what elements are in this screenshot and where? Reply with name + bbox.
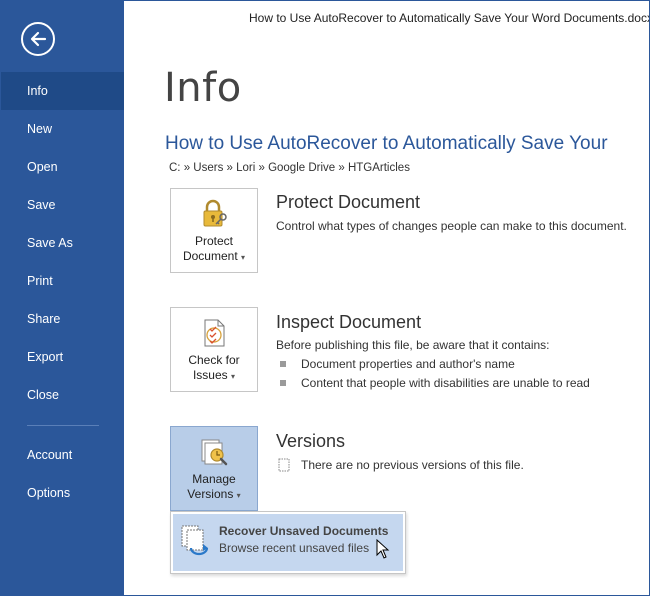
nav-info[interactable]: Info [1, 72, 124, 110]
file-path-breadcrumb[interactable]: C: » Users » Lori » Google Drive » HTGAr… [169, 162, 410, 174]
nav-open[interactable]: Open [1, 148, 124, 186]
nav-account[interactable]: Account [1, 436, 124, 474]
manage-versions-menu: Recover Unsaved Documents Browse recent … [170, 511, 406, 574]
inspect-button-line1: Check for [188, 353, 240, 367]
backstage-sidebar: Info New Open Save Save As Print Share E… [1, 1, 124, 595]
inspect-bullet: Document properties and author's name [280, 357, 515, 371]
protect-document-button[interactable]: Protect Document ▾ [170, 188, 258, 273]
protect-button-line2: Document [182, 249, 238, 263]
document-icon [278, 458, 290, 472]
recover-documents-icon [181, 525, 209, 556]
inspect-button-line2: Issues [192, 368, 228, 382]
nav-options[interactable]: Options [1, 474, 124, 512]
dropdown-caret-icon: ▾ [231, 372, 236, 381]
dropdown-caret-icon: ▾ [236, 491, 241, 500]
backstage-window: Info New Open Save Save As Print Share E… [0, 0, 650, 596]
inspect-document-desc: Before publishing this file, be aware th… [276, 338, 550, 352]
inspect-bullet: Content that people with disabilities ar… [280, 376, 590, 390]
page-title: Info [164, 65, 242, 111]
nav-share[interactable]: Share [1, 300, 124, 338]
protect-document-desc: Control what types of changes people can… [276, 219, 627, 233]
mouse-pointer-icon [376, 539, 390, 559]
checklist-icon [204, 319, 225, 347]
dropdown-caret-icon: ▾ [241, 253, 246, 262]
nav-new[interactable]: New [1, 110, 124, 148]
protect-document-title: Protect Document [276, 192, 421, 212]
versions-desc: There are no previous versions of this f… [301, 458, 524, 472]
back-button[interactable] [21, 22, 55, 56]
versions-status: There are no previous versions of this f… [278, 458, 524, 472]
lock-key-icon [203, 199, 227, 227]
versions-button-line2: Versions [187, 487, 234, 501]
window-title: How to Use AutoRecover to Automatically … [249, 11, 650, 25]
back-arrow-icon [30, 31, 47, 47]
nav-save[interactable]: Save [1, 186, 124, 224]
nav-save-as[interactable]: Save As [1, 224, 124, 262]
nav-close[interactable]: Close [1, 376, 124, 414]
versions-button-line1: Manage [192, 472, 236, 486]
recover-unsaved-documents-item[interactable]: Recover Unsaved Documents Browse recent … [173, 514, 403, 571]
bullet-square-icon [280, 380, 286, 386]
bullet-square-icon [280, 361, 286, 367]
inspect-bullet-text: Content that people with disabilities ar… [301, 376, 590, 390]
manage-versions-icon [201, 439, 228, 466]
nav-divider [27, 425, 99, 426]
nav-export[interactable]: Export [1, 338, 124, 376]
check-for-issues-button[interactable]: Check for Issues ▾ [170, 307, 258, 392]
recover-unsaved-subtitle: Browse recent unsaved files [219, 541, 370, 555]
inspect-bullet-text: Document properties and author's name [301, 357, 515, 371]
nav-print[interactable]: Print [1, 262, 124, 300]
versions-title: Versions [276, 431, 346, 451]
protect-button-line1: Protect [194, 234, 233, 248]
document-title: How to Use AutoRecover to Automatically … [165, 133, 608, 154]
recover-unsaved-title: Recover Unsaved Documents [219, 524, 389, 538]
inspect-document-title: Inspect Document [276, 312, 422, 332]
manage-versions-button[interactable]: Manage Versions ▾ [170, 426, 258, 511]
